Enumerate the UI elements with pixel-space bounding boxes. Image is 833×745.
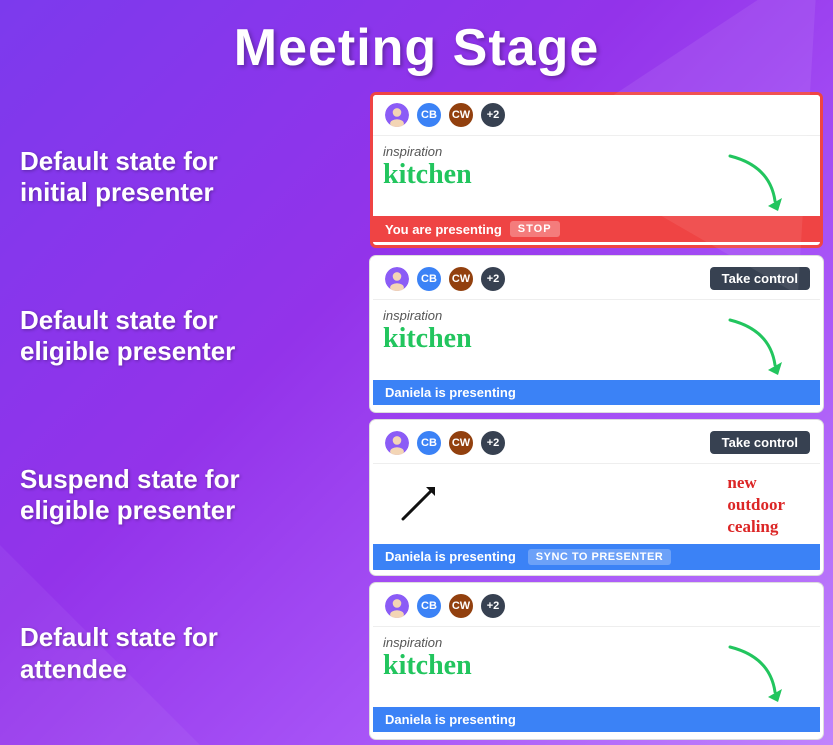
outdoor-text: newoutdoorcealing: [727, 472, 785, 538]
presenting-text: Daniela is presenting: [385, 385, 516, 400]
arrow-icon: [720, 310, 790, 385]
label-suspend-eligible: Suspend state for eligible presenter: [20, 464, 360, 526]
page-title: Meeting Stage: [0, 0, 833, 88]
panel-4-header: CB CW +2: [373, 586, 820, 627]
avatar-plus: +2: [479, 265, 507, 293]
label-eligible-presenter: Default state for eligible presenter: [20, 305, 360, 367]
avatar-plus: +2: [479, 101, 507, 129]
avatar-3: CW: [447, 101, 475, 129]
panel-1-content: inspiration kitchen: [373, 136, 820, 216]
panel-2-content: inspiration kitchen: [373, 300, 820, 380]
diagonal-arrow-icon: [393, 479, 443, 534]
avatar-2: CB: [415, 429, 443, 457]
panel-eligible-presenter: CB CW +2 Take control inspiration kitche…: [370, 256, 823, 412]
avatar-2: CB: [415, 101, 443, 129]
panel-2-header: CB CW +2 Take control: [373, 259, 820, 300]
presenting-text: Daniela is presenting: [385, 549, 516, 564]
avatar-3: CW: [447, 429, 475, 457]
avatar-2: CB: [415, 265, 443, 293]
label-attendee: Default state for attendee: [20, 622, 360, 684]
panel-attendee: CB CW +2 inspiration kitchen Daniela is …: [370, 583, 823, 739]
panel-initial-presenter: CB CW +2 inspiration kitchen You are pre…: [370, 92, 823, 248]
avatar-1: [383, 429, 411, 457]
presenting-text: You are presenting: [385, 222, 502, 237]
panel-3-bar: Daniela is presenting SYNC TO PRESENTER: [373, 544, 820, 570]
presenting-text: Daniela is presenting: [385, 712, 516, 727]
avatar-1: [383, 265, 411, 293]
panel-3-header: CB CW +2 Take control: [373, 423, 820, 464]
labels-column: Default state for initial presenter Defa…: [20, 88, 360, 743]
panel-suspend-eligible: CB CW +2 Take control newoutdoorcealing: [370, 420, 823, 576]
avatar-2: CB: [415, 592, 443, 620]
avatar-3: CW: [447, 265, 475, 293]
stop-button[interactable]: STOP: [510, 221, 560, 237]
sync-to-presenter-button[interactable]: SYNC TO PRESENTER: [528, 549, 672, 565]
take-control-button-3[interactable]: Take control: [710, 431, 810, 454]
panels-column: CB CW +2 inspiration kitchen You are pre…: [370, 88, 823, 743]
avatar-1: [383, 101, 411, 129]
main-layout: Default state for initial presenter Defa…: [0, 88, 833, 743]
arrow-icon: [720, 637, 790, 712]
avatar-3: CW: [447, 592, 475, 620]
panel-1-header: CB CW +2: [373, 95, 820, 136]
panel-4-content: inspiration kitchen: [373, 627, 820, 707]
label-initial-presenter: Default state for initial presenter: [20, 146, 360, 208]
take-control-button-2[interactable]: Take control: [710, 267, 810, 290]
panel-3-content: newoutdoorcealing: [373, 464, 820, 544]
arrow-icon: [720, 146, 790, 221]
avatar-plus: +2: [479, 429, 507, 457]
avatar-1: [383, 592, 411, 620]
avatar-plus: +2: [479, 592, 507, 620]
